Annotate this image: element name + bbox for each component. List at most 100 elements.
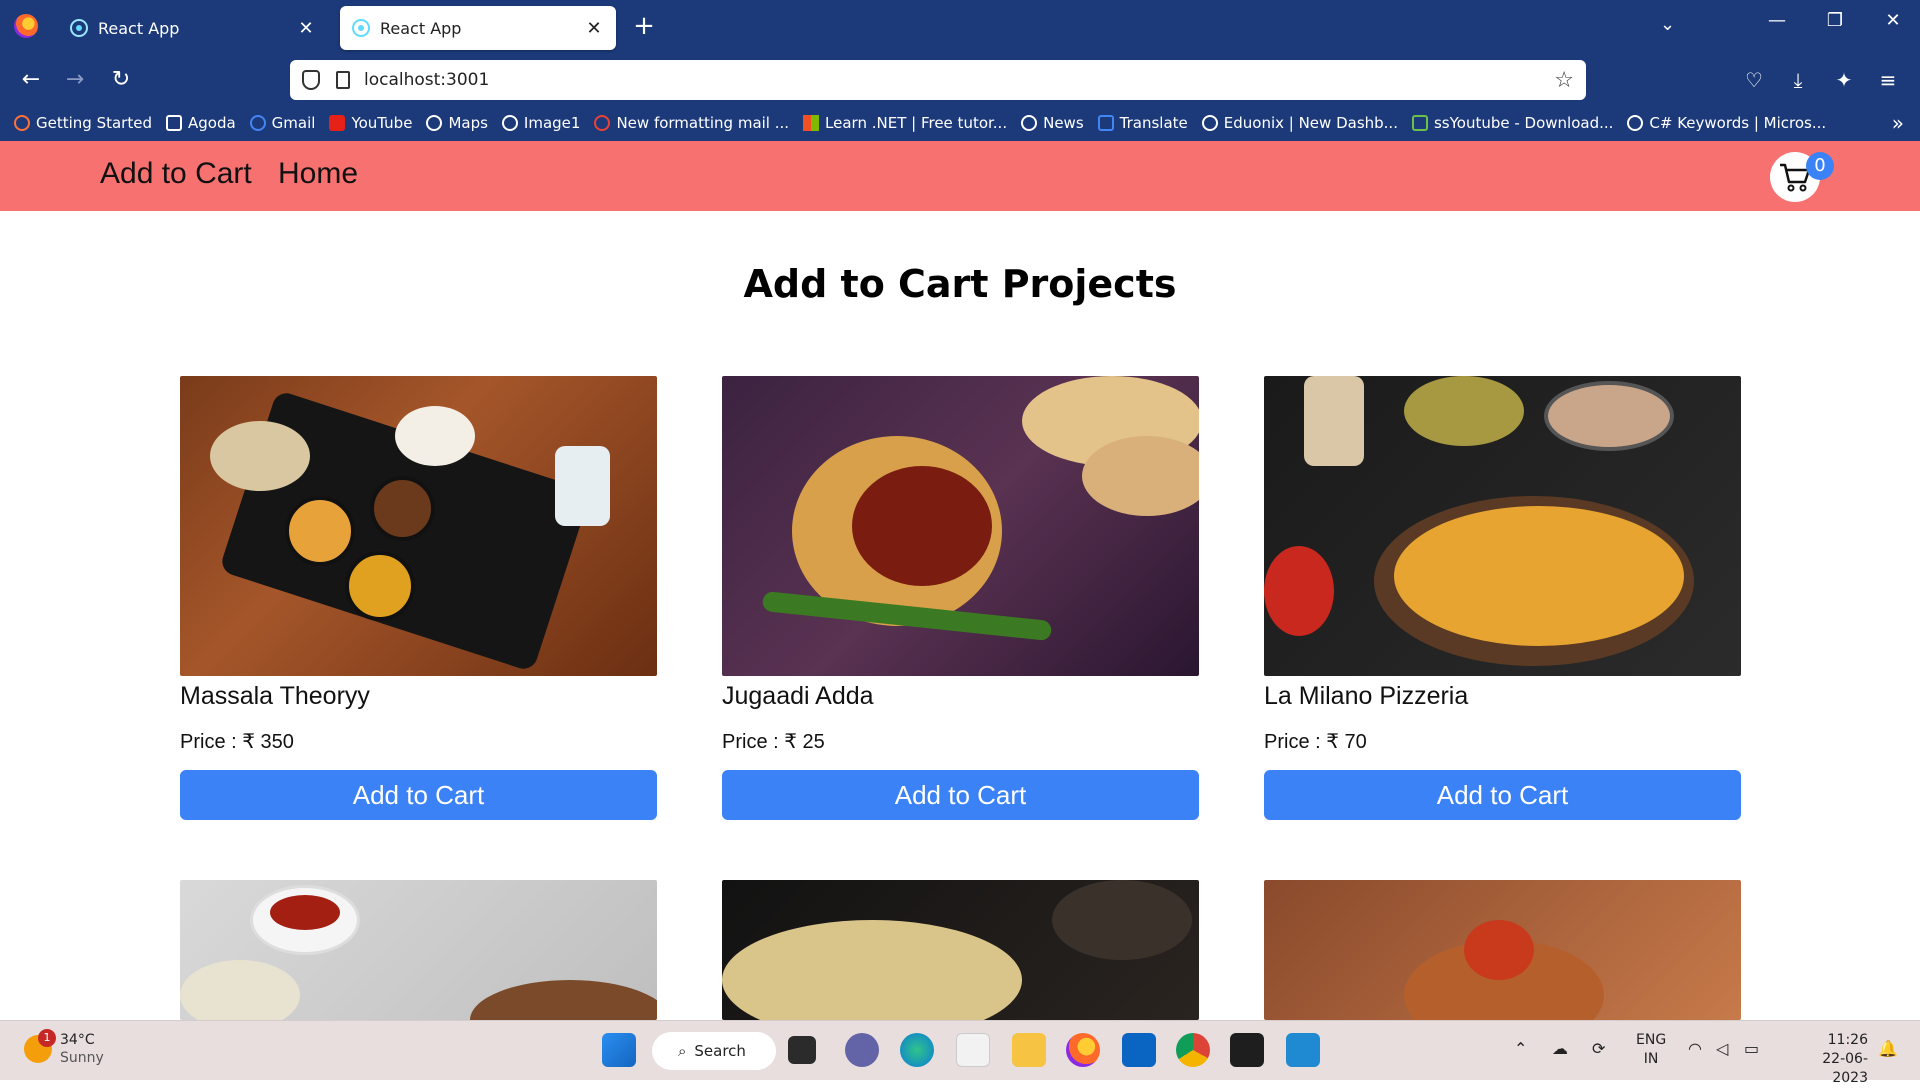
close-icon[interactable]: ✕ (296, 18, 316, 39)
bookmark-learn-dotnet[interactable]: Learn .NET | Free tutor... (803, 114, 1007, 132)
notification-bell-icon[interactable]: 🔔 (1878, 1039, 1898, 1058)
microsoft-icon (803, 115, 820, 131)
weather-widget[interactable]: 1 34°C Sunny (24, 1029, 104, 1067)
bookmark-image1[interactable]: Image1 (501, 114, 580, 132)
language-indicator[interactable]: ENG IN (1636, 1031, 1666, 1069)
tab-react-app-2[interactable]: React App ✕ (340, 6, 616, 50)
pocket-icon[interactable]: ♡ (1740, 68, 1768, 92)
start-icon[interactable] (602, 1033, 636, 1067)
bookmark-new-formatting-mail[interactable]: New formatting mail ... (594, 114, 789, 132)
volume-icon[interactable]: ◁ (1716, 1039, 1728, 1058)
globe-icon (1021, 115, 1038, 131)
task-view-icon[interactable] (788, 1036, 816, 1064)
nav-home-link[interactable]: Home (278, 157, 358, 191)
terminal-icon[interactable] (1230, 1033, 1264, 1067)
food-image-momos[interactable] (180, 880, 657, 1020)
product-card (1264, 880, 1741, 1020)
sync-icon[interactable]: ⟳ (1592, 1039, 1605, 1058)
tab-react-app-1[interactable]: React App ✕ (58, 6, 328, 50)
vscode-icon[interactable] (1286, 1033, 1320, 1067)
back-icon[interactable]: ← (16, 67, 46, 92)
globe-icon (426, 115, 443, 131)
bookmark-maps[interactable]: Maps (426, 114, 488, 132)
address-bar[interactable]: localhost:3001 ☆ (290, 60, 1586, 100)
close-window-icon[interactable]: ✕ (1878, 10, 1908, 31)
food-image-thali[interactable] (180, 376, 657, 676)
bookmark-gmail[interactable]: Gmail (249, 114, 315, 132)
teams-icon[interactable] (845, 1033, 879, 1067)
product-price: Price : ₹ 25 (722, 731, 825, 753)
bowl-shape (1544, 381, 1674, 451)
pizza-shape (1394, 506, 1684, 646)
nav-brand-link[interactable]: Add to Cart (100, 157, 252, 191)
bookmark-eduonix[interactable]: Eduonix | New Dashb... (1201, 114, 1398, 132)
forward-icon[interactable]: → (60, 67, 90, 92)
bookmark-csharp-keywords[interactable]: C# Keywords | Micros... (1627, 114, 1826, 132)
food-image-pizza[interactable] (1264, 376, 1741, 676)
bookmark-translate[interactable]: Translate (1097, 114, 1188, 132)
product-card: Massala Theoryy Price : ₹ 350 Add to Car… (180, 376, 657, 820)
page-icon (336, 71, 350, 89)
clock[interactable]: 11:26 22-06-2023 (1788, 1031, 1868, 1088)
sun-icon: 1 (24, 1029, 56, 1063)
extensions-icon[interactable]: ✦ (1830, 68, 1858, 92)
globe-icon (1627, 115, 1644, 131)
new-tab-button[interactable]: + (632, 12, 656, 40)
bowl-shape (285, 496, 355, 566)
bookmark-agoda[interactable]: Agoda (165, 114, 236, 132)
file-explorer-icon[interactable] (1012, 1033, 1046, 1067)
battery-icon[interactable]: ▭ (1744, 1039, 1759, 1058)
glass-shape (555, 446, 610, 526)
bookmark-getting-started[interactable]: Getting Started (14, 114, 152, 132)
menu-icon[interactable]: ≡ (1874, 68, 1902, 92)
region-code: IN (1643, 1051, 1659, 1067)
add-to-cart-button[interactable]: Add to Cart (722, 770, 1199, 820)
wifi-icon[interactable]: ◠ (1688, 1039, 1702, 1058)
product-card: Jugaadi Adda Price : ₹ 25 Add to Cart (722, 376, 1199, 820)
food-image-roll[interactable] (1264, 880, 1741, 1020)
onedrive-icon[interactable]: ☁ (1552, 1039, 1568, 1058)
food-image-garlic-naan[interactable] (722, 880, 1199, 1020)
page-title: Add to Cart Projects (743, 262, 1177, 306)
bookmark-ssyoutube[interactable]: ssYoutube - Download... (1411, 114, 1613, 132)
minimize-icon[interactable]: — (1762, 10, 1792, 31)
mail-icon[interactable] (1122, 1033, 1156, 1067)
chutney-shape (852, 466, 992, 586)
download-icon[interactable]: ⤓ (1784, 68, 1812, 92)
chevron-up-icon[interactable]: ⌃ (1514, 1039, 1527, 1058)
pot-shape (1052, 880, 1192, 960)
product-name: Jugaadi Adda (722, 682, 874, 710)
rice-shape (395, 406, 475, 466)
firefox-icon[interactable] (14, 14, 38, 38)
reload-icon[interactable]: ↻ (106, 67, 136, 92)
globe-icon (1201, 115, 1218, 131)
close-icon[interactable]: ✕ (584, 18, 604, 39)
search-box[interactable]: ⌕ Search (652, 1032, 776, 1070)
product-card: La Milano Pizzeria Price : ₹ 70 Add to C… (1264, 376, 1741, 820)
weather-condition: Sunny (60, 1050, 104, 1066)
add-to-cart-button[interactable]: Add to Cart (180, 770, 657, 820)
firefox-icon[interactable] (1066, 1033, 1100, 1067)
chrome-icon[interactable] (1176, 1033, 1210, 1067)
sauce-shape (270, 895, 340, 930)
bookmark-news[interactable]: News (1021, 114, 1084, 132)
edge-icon[interactable] (900, 1033, 934, 1067)
bookmark-star-icon[interactable]: ☆ (1554, 68, 1574, 93)
amazon-icon[interactable] (956, 1033, 990, 1067)
restore-icon[interactable]: ❐ (1820, 10, 1850, 31)
cart-count-badge: 0 (1806, 152, 1834, 180)
taskbar: 1 34°C Sunny ⌕ Search ⌃ ☁ ⟳ ENG IN ◠ ◁ ▭… (0, 1020, 1920, 1086)
add-to-cart-button[interactable]: Add to Cart (1264, 770, 1741, 820)
more-bookmarks-icon[interactable]: » (1892, 111, 1904, 135)
chevron-down-icon[interactable]: ⌄ (1660, 14, 1675, 35)
food-image-vada-pav[interactable] (722, 376, 1199, 676)
browser-nav-bar: ← → ↻ localhost:3001 ☆ ♡ ⤓ ✦ ≡ (0, 55, 1920, 105)
url-text[interactable]: localhost:3001 (364, 70, 1554, 90)
google-icon (249, 115, 266, 131)
product-card (180, 880, 657, 1020)
mail-icon (594, 115, 611, 131)
bookmark-youtube[interactable]: YouTube (329, 114, 412, 132)
naan-shape (210, 421, 310, 491)
shield-icon[interactable] (302, 70, 320, 90)
bowl-shape (370, 476, 435, 541)
